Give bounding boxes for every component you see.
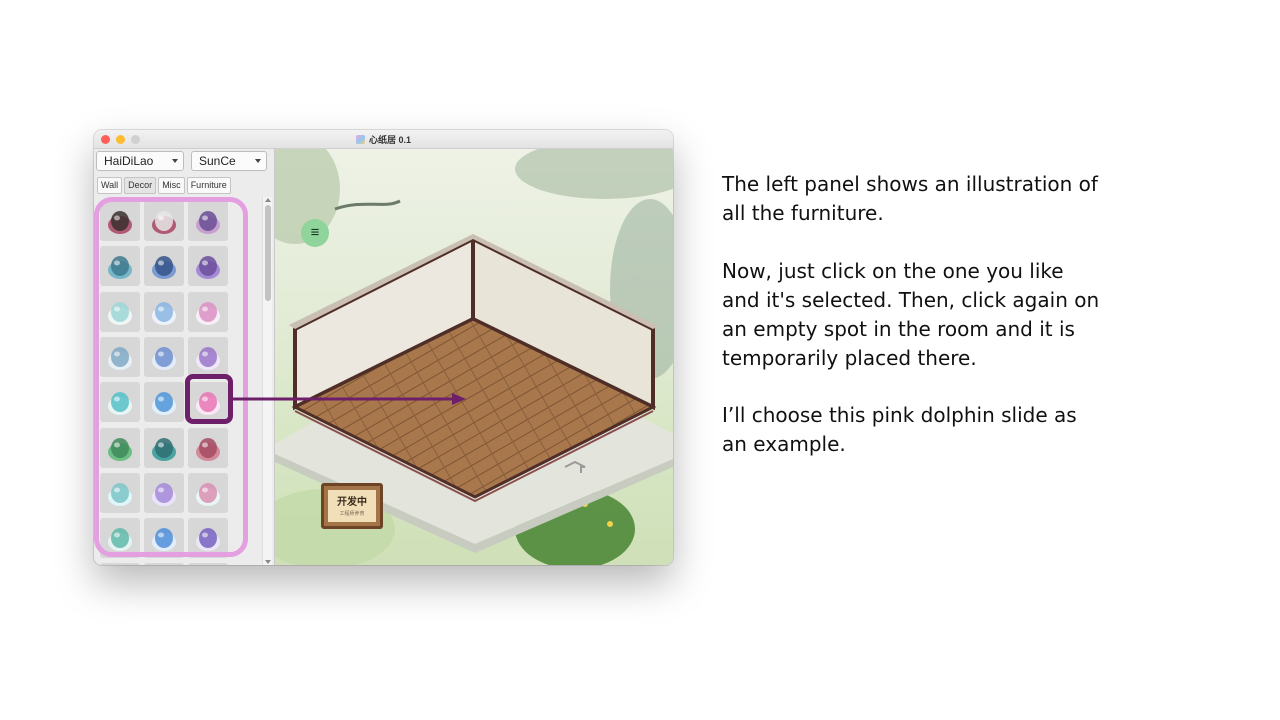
paragraph-3: I’ll choose this pink dolphin slide as a…	[722, 403, 1077, 456]
app-icon	[355, 134, 365, 144]
hamburger-icon[interactable]: ≡	[301, 219, 329, 247]
paragraph-1: The left panel shows an illustration of …	[722, 172, 1098, 225]
minimize-window-button[interactable]	[116, 135, 125, 144]
furniture-item-item-partial-1[interactable]	[100, 563, 140, 565]
scrollbar-thumb[interactable]	[265, 205, 271, 301]
furniture-item-item-partial-3[interactable]	[188, 563, 228, 565]
tab-misc[interactable]: Misc	[158, 177, 185, 194]
scroll-down-icon[interactable]	[265, 560, 271, 564]
slide: 心纸居 0.1 HaiDiLao SunCe Wall Decor Misc F…	[0, 0, 1280, 720]
window-title: 心纸居 0.1	[355, 133, 411, 146]
chevron-down-icon	[172, 159, 178, 163]
tab-wall[interactable]: Wall	[97, 177, 123, 194]
tab-decor[interactable]: Decor	[124, 177, 157, 194]
sign-board: 开发中 工程师养育	[328, 490, 376, 522]
room-view[interactable]: ≡ 开发中 工程师养育	[275, 149, 673, 565]
selected-item-highlight-box	[185, 374, 233, 424]
zoom-window-button[interactable]	[131, 135, 140, 144]
dropdown-haidilao[interactable]: HaiDiLao	[96, 151, 184, 171]
dropdown-haidilao-value: HaiDiLao	[104, 154, 154, 168]
window-title-text: 心纸居 0.1	[368, 134, 411, 145]
scroll-up-icon[interactable]	[265, 198, 271, 202]
category-tabs: Wall Decor Misc Furniture	[97, 177, 231, 194]
development-sign: 开发中 工程师养育	[321, 483, 383, 529]
chevron-down-icon	[255, 159, 261, 163]
dropdown-sunce[interactable]: SunCe	[191, 151, 267, 171]
paragraph-2: Now, just click on the one you like and …	[722, 259, 1100, 370]
scrollbar[interactable]	[262, 197, 272, 565]
sign-title: 开发中	[337, 497, 367, 508]
tab-furniture[interactable]: Furniture	[186, 177, 231, 194]
traffic-lights	[101, 135, 140, 144]
close-window-button[interactable]	[101, 135, 110, 144]
dropdown-sunce-value: SunCe	[199, 154, 236, 168]
furniture-item-item-partial-2[interactable]	[144, 563, 184, 565]
sign-subtitle: 工程师养育	[339, 511, 365, 517]
title-bar: 心纸居 0.1	[94, 130, 673, 149]
